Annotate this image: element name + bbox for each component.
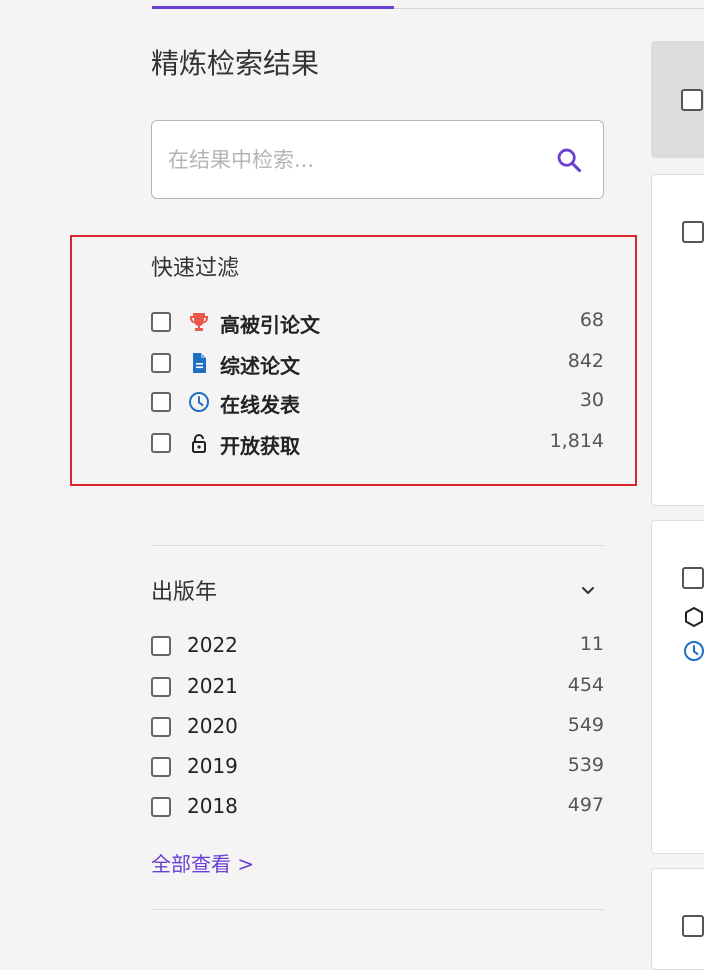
filter-count: 539 [567,754,604,776]
filter-count: 11 [579,633,604,655]
select-all-checkbox[interactable] [681,89,703,111]
select-all-bar [651,41,704,158]
checkbox[interactable] [151,433,171,453]
quick-filter-early-access[interactable]: 在线发表 30 [151,389,604,418]
checkbox[interactable] [151,353,171,373]
result-checkbox[interactable] [682,221,704,243]
refine-search-box [151,120,604,199]
filter-label: 在线发表 [220,393,300,417]
divider [151,545,604,546]
year-filter-2018[interactable]: 2018 497 [151,794,604,823]
trophy-icon [190,313,208,331]
filter-count: 1,814 [549,430,604,452]
filter-count: 497 [567,794,604,816]
filter-label: 2019 [187,754,238,778]
view-all-link[interactable]: 全部查看 > [151,848,254,877]
filter-label: 高被引论文 [220,313,320,337]
hexagon-icon [685,606,703,628]
divider [151,909,604,910]
quick-filter-review-articles[interactable]: 综述论文 842 [151,350,604,379]
year-filter-2020[interactable]: 2020 549 [151,714,604,743]
document-icon [193,353,206,373]
filter-count: 68 [579,309,604,331]
filter-label: 2022 [187,633,238,657]
refine-results-title: 精炼检索结果 [151,47,320,80]
chevron-down-icon[interactable] [578,580,598,600]
checkbox[interactable] [151,392,171,412]
filter-count: 30 [579,389,604,411]
filter-label: 综述论文 [220,354,300,378]
year-filter-2021[interactable]: 2021 454 [151,674,604,703]
filter-count: 549 [567,714,604,736]
result-card [651,520,704,854]
publication-year-title: 出版年 [151,580,218,605]
quick-filter-highly-cited[interactable]: 高被引论文 68 [151,309,604,338]
result-checkbox[interactable] [682,915,704,937]
quick-filter-title: 快速过滤 [151,256,240,281]
filter-count: 454 [567,674,604,696]
result-card [651,868,704,970]
filter-label: 开放获取 [220,434,300,458]
checkbox[interactable] [151,636,171,656]
checkbox[interactable] [151,677,171,697]
checkbox[interactable] [151,717,171,737]
lock-icon [192,434,206,453]
filter-label: 2020 [187,714,238,738]
checkbox[interactable] [151,757,171,777]
quick-filter-open-access[interactable]: 开放获取 1,814 [151,430,604,459]
result-checkbox[interactable] [682,567,704,589]
clock-icon [189,392,209,412]
filter-label: 2021 [187,674,238,698]
result-card [651,174,704,506]
search-within-results-input[interactable] [166,121,550,199]
clock-icon [684,641,704,661]
filter-count: 842 [567,350,604,372]
year-filter-2019[interactable]: 2019 539 [151,754,604,783]
year-filter-2022[interactable]: 2022 11 [151,633,604,662]
checkbox[interactable] [151,312,171,332]
search-icon[interactable] [555,146,583,174]
filter-label: 2018 [187,794,238,818]
active-tab-indicator [152,6,394,9]
checkbox[interactable] [151,797,171,817]
